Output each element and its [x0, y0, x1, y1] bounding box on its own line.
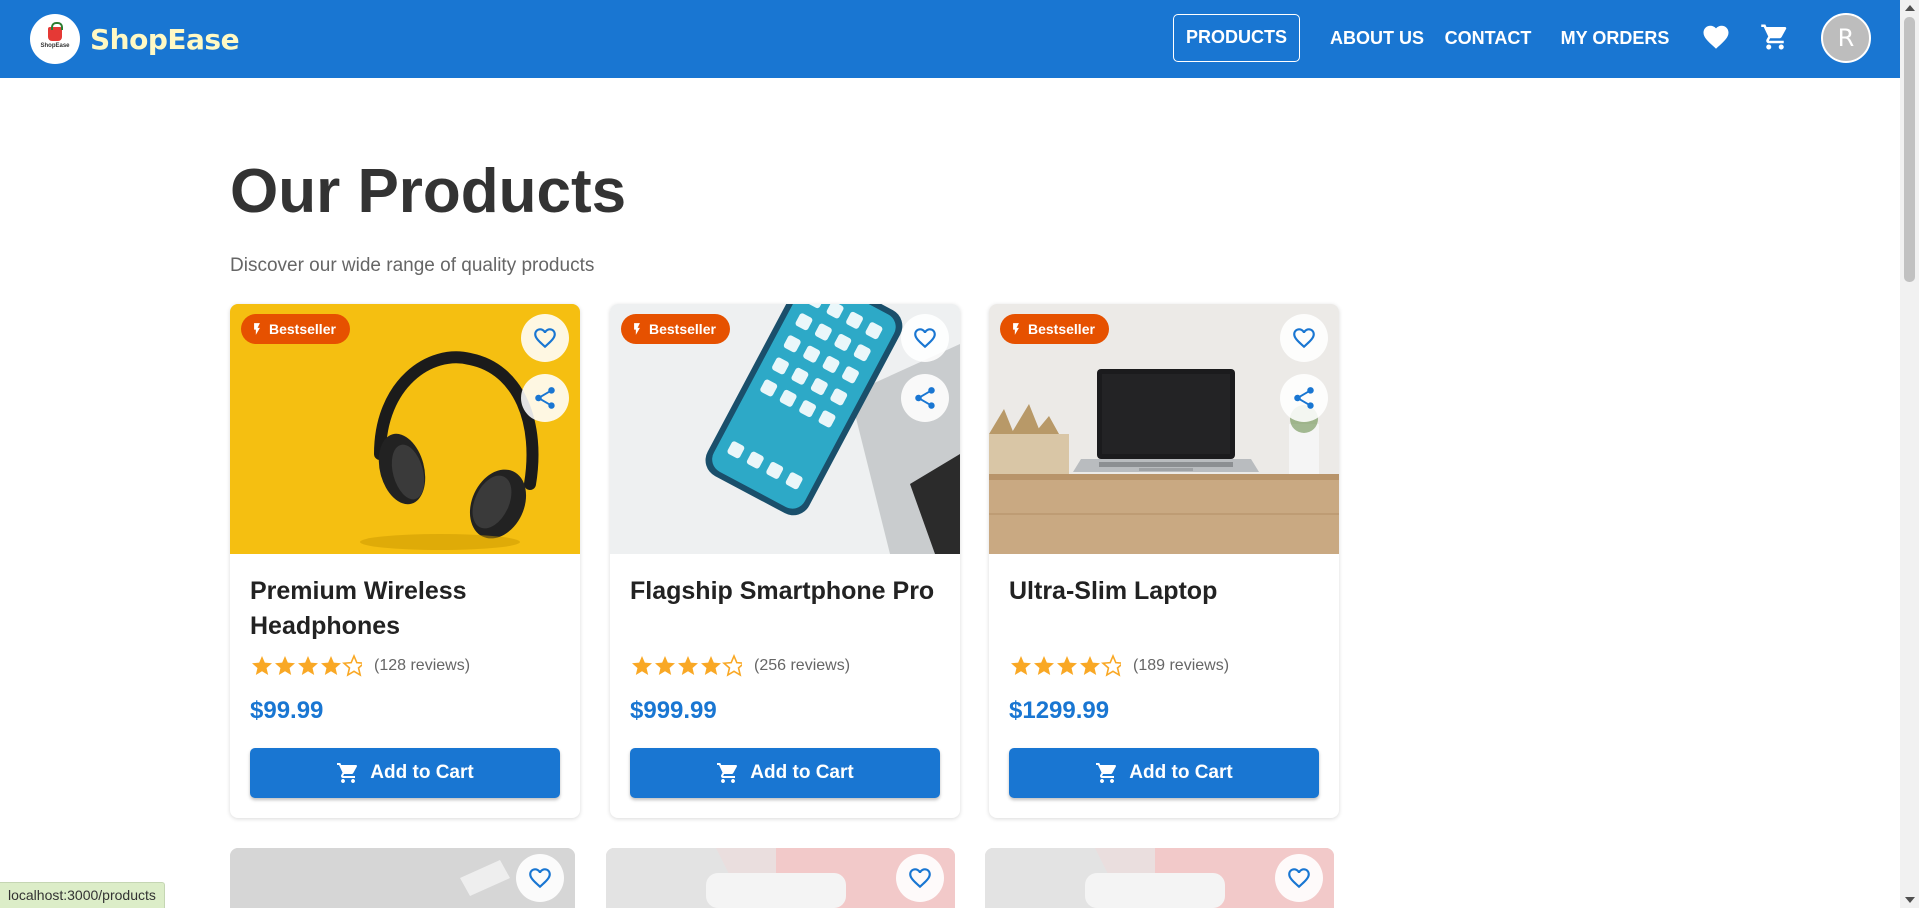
- heart-outline-icon: [534, 328, 556, 349]
- shopease-logo[interactable]: ShopEase: [30, 14, 80, 64]
- favorite-button[interactable]: [516, 854, 564, 902]
- add-to-cart-label: Add to Cart: [1129, 762, 1233, 783]
- nav-my-orders[interactable]: MY ORDERS: [1555, 14, 1675, 62]
- add-to-cart-label: Add to Cart: [750, 762, 854, 783]
- product-price: $999.99: [630, 697, 717, 724]
- heart-outline-icon: [1288, 868, 1310, 889]
- star-icons: [632, 655, 742, 676]
- page-scrollbar[interactable]: [1900, 0, 1919, 908]
- scroll-thumb[interactable]: [1904, 17, 1915, 282]
- top-app-bar: ShopEase ShopEase PRODUCTS ABOUT US CONT…: [0, 0, 1900, 78]
- scroll-down-arrow-icon[interactable]: [1905, 897, 1915, 903]
- star-rating: (128 reviews): [250, 654, 470, 678]
- lightning-icon: [254, 323, 260, 335]
- favorite-button[interactable]: [1280, 314, 1328, 362]
- bestseller-badge: Bestseller: [1000, 314, 1109, 344]
- shopping-bag-icon: [48, 22, 63, 41]
- product-name[interactable]: Ultra-Slim Laptop: [1009, 574, 1329, 609]
- nav-contact[interactable]: CONTACT: [1438, 14, 1538, 62]
- review-count[interactable]: (189 reviews): [1133, 657, 1229, 675]
- nav-products[interactable]: PRODUCTS: [1173, 14, 1300, 62]
- heart-icon: [1703, 25, 1729, 49]
- favorite-button[interactable]: [1275, 854, 1323, 902]
- share-icon: [1294, 387, 1314, 409]
- star-icons: [1011, 655, 1121, 676]
- star-rating: (256 reviews): [630, 654, 850, 678]
- link-preview-status-bar: localhost:3000/products: [0, 882, 165, 908]
- add-to-cart-button[interactable]: Add to Cart: [250, 748, 560, 798]
- page-title: Our Products: [230, 157, 627, 226]
- cart-icon: [717, 763, 738, 783]
- review-count[interactable]: (128 reviews): [374, 657, 470, 675]
- share-icon: [535, 387, 555, 409]
- product-image-laptop[interactable]: Bestseller: [989, 304, 1339, 554]
- user-avatar[interactable]: R: [1821, 13, 1871, 63]
- product-card-partial[interactable]: [606, 848, 955, 908]
- product-card[interactable]: Bestseller Ultra-Slim Laptop (189 review…: [989, 304, 1339, 818]
- product-image-headphones[interactable]: Bestseller: [230, 304, 580, 554]
- logo-text: ShopEase: [40, 43, 70, 49]
- share-button[interactable]: [901, 374, 949, 422]
- bestseller-badge: Bestseller: [241, 314, 350, 344]
- badge-label: Bestseller: [649, 321, 716, 337]
- wishlist-button[interactable]: [1701, 22, 1731, 52]
- heart-outline-icon: [1293, 328, 1315, 349]
- share-button[interactable]: [1280, 374, 1328, 422]
- nav-about-us[interactable]: ABOUT US: [1312, 14, 1442, 62]
- star-icons: [252, 655, 362, 676]
- cart-icon: [1096, 763, 1117, 783]
- shopping-cart-icon: [1761, 24, 1787, 50]
- product-card-partial[interactable]: [985, 848, 1334, 908]
- favorite-button[interactable]: [521, 314, 569, 362]
- share-icon: [915, 387, 935, 409]
- product-card-partial[interactable]: [230, 848, 575, 908]
- product-image-smartphone[interactable]: Bestseller: [610, 304, 960, 554]
- add-to-cart-button[interactable]: Add to Cart: [1009, 748, 1319, 798]
- product-name[interactable]: Premium Wireless Headphones: [250, 574, 570, 644]
- heart-outline-icon: [529, 868, 551, 889]
- lightning-icon: [1013, 323, 1019, 335]
- badge-label: Bestseller: [1028, 321, 1095, 337]
- heart-outline-icon: [909, 868, 931, 889]
- product-card[interactable]: Bestseller Flagship Smartphone Pro (256 …: [610, 304, 960, 818]
- page-subtitle: Discover our wide range of quality produ…: [230, 255, 595, 276]
- add-to-cart-button[interactable]: Add to Cart: [630, 748, 940, 798]
- star-rating: (189 reviews): [1009, 654, 1229, 678]
- heart-outline-icon: [914, 328, 936, 349]
- favorite-button[interactable]: [901, 314, 949, 362]
- scroll-up-arrow-icon[interactable]: [1905, 5, 1915, 11]
- product-price: $1299.99: [1009, 697, 1110, 724]
- cart-button[interactable]: [1760, 22, 1790, 52]
- share-button[interactable]: [521, 374, 569, 422]
- add-to-cart-label: Add to Cart: [370, 762, 474, 783]
- favorite-button[interactable]: [896, 854, 944, 902]
- lightning-icon: [634, 323, 640, 335]
- badge-label: Bestseller: [269, 321, 336, 337]
- review-count[interactable]: (256 reviews): [754, 657, 850, 675]
- brand-name[interactable]: ShopEase: [90, 23, 240, 56]
- product-card[interactable]: Bestseller Premium Wireless Headphones (…: [230, 304, 580, 818]
- product-name[interactable]: Flagship Smartphone Pro: [630, 574, 950, 609]
- cart-icon: [337, 763, 358, 783]
- bestseller-badge: Bestseller: [621, 314, 730, 344]
- product-price: $99.99: [250, 697, 324, 724]
